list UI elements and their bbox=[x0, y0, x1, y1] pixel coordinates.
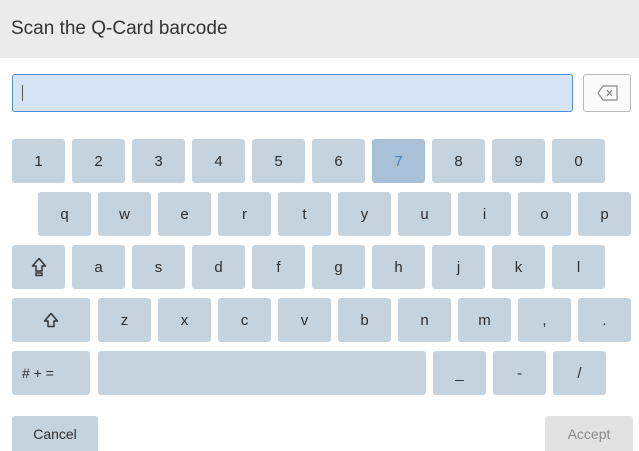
key-u[interactable]: u bbox=[398, 192, 451, 236]
barcode-input[interactable] bbox=[12, 74, 573, 112]
key-f[interactable]: f bbox=[252, 245, 305, 289]
key-y[interactable]: y bbox=[338, 192, 391, 236]
key-period[interactable]: . bbox=[578, 298, 631, 342]
key-6[interactable]: 6 bbox=[312, 139, 365, 183]
key-s[interactable]: s bbox=[132, 245, 185, 289]
key-4[interactable]: 4 bbox=[192, 139, 245, 183]
key-r[interactable]: r bbox=[218, 192, 271, 236]
key-1[interactable]: 1 bbox=[12, 139, 65, 183]
key-n[interactable]: n bbox=[398, 298, 451, 342]
page-title: Scan the Q-Card barcode bbox=[11, 18, 228, 39]
key-a[interactable]: a bbox=[72, 245, 125, 289]
key-w[interactable]: w bbox=[98, 192, 151, 236]
text-caret bbox=[22, 85, 23, 101]
key-v[interactable]: v bbox=[278, 298, 331, 342]
symbols-key[interactable]: # + = bbox=[12, 351, 90, 395]
key-o[interactable]: o bbox=[518, 192, 571, 236]
key-c[interactable]: c bbox=[218, 298, 271, 342]
key-l[interactable]: l bbox=[552, 245, 605, 289]
key-p[interactable]: p bbox=[578, 192, 631, 236]
key-k[interactable]: k bbox=[492, 245, 545, 289]
key-d[interactable]: d bbox=[192, 245, 245, 289]
shift-icon bbox=[43, 312, 59, 328]
key-x[interactable]: x bbox=[158, 298, 211, 342]
key-comma[interactable]: , bbox=[518, 298, 571, 342]
key-8[interactable]: 8 bbox=[432, 139, 485, 183]
key-b[interactable]: b bbox=[338, 298, 391, 342]
shift-key[interactable] bbox=[12, 298, 90, 342]
space-bar[interactable] bbox=[98, 351, 426, 395]
cancel-button[interactable]: Cancel bbox=[12, 416, 98, 451]
key-t[interactable]: t bbox=[278, 192, 331, 236]
key-slash[interactable]: / bbox=[553, 351, 606, 395]
key-9[interactable]: 9 bbox=[492, 139, 545, 183]
key-hyphen[interactable]: - bbox=[493, 351, 546, 395]
key-2[interactable]: 2 bbox=[72, 139, 125, 183]
backspace-icon bbox=[597, 85, 618, 101]
key-i[interactable]: i bbox=[458, 192, 511, 236]
key-q[interactable]: q bbox=[38, 192, 91, 236]
key-e[interactable]: e bbox=[158, 192, 211, 236]
key-m[interactable]: m bbox=[458, 298, 511, 342]
key-j[interactable]: j bbox=[432, 245, 485, 289]
caps-lock-icon bbox=[31, 257, 46, 277]
key-5[interactable]: 5 bbox=[252, 139, 305, 183]
key-7[interactable]: 7 bbox=[372, 139, 425, 183]
key-underscore[interactable]: _ bbox=[433, 351, 486, 395]
caps-lock-key[interactable] bbox=[12, 245, 65, 289]
key-0[interactable]: 0 bbox=[552, 139, 605, 183]
key-z[interactable]: z bbox=[98, 298, 151, 342]
key-h[interactable]: h bbox=[372, 245, 425, 289]
key-3[interactable]: 3 bbox=[132, 139, 185, 183]
key-g[interactable]: g bbox=[312, 245, 365, 289]
title-bar: Scan the Q-Card barcode bbox=[0, 0, 639, 58]
accept-button[interactable]: Accept bbox=[545, 416, 633, 451]
backspace-button[interactable] bbox=[583, 74, 631, 112]
